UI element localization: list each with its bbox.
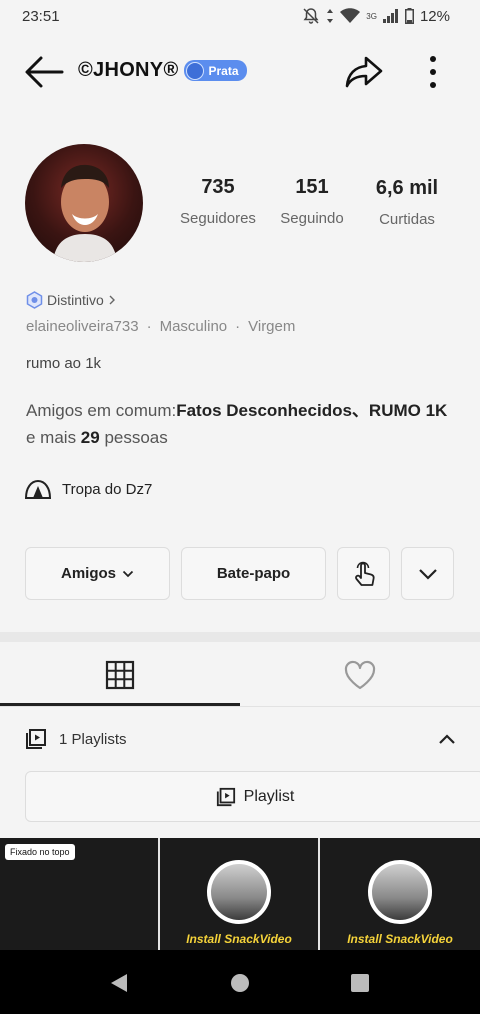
data-arrows-icon (327, 9, 334, 23)
badge-icon (186, 61, 205, 80)
distintivo-label: Distintivo (47, 292, 104, 308)
chevron-down-icon (418, 568, 437, 580)
followers-label: Seguidores (180, 210, 256, 227)
level-badge[interactable]: Prata (184, 60, 247, 81)
more-vertical-icon (430, 56, 436, 88)
playlist-icon (216, 787, 235, 806)
chevron-down-icon (122, 570, 134, 577)
followers-stat[interactable]: 735 Seguidores (172, 176, 264, 227)
mutual-and: e mais (26, 428, 81, 447)
network-type: 3G (366, 11, 377, 21)
bio: rumo ao 1k (26, 355, 102, 372)
mutual-count: 29 (80, 428, 100, 447)
avatar-photo-icon (53, 164, 117, 262)
zodiac-sign: Virgem (248, 318, 296, 335)
more-options-button[interactable] (424, 55, 442, 89)
hand-tap-icon (354, 561, 375, 586)
video-thumbnail-ad[interactable]: Install SnackVideo (160, 838, 318, 950)
playlist-icon (26, 729, 46, 749)
tab-likes[interactable] (240, 644, 480, 706)
video-thumbnail-ad[interactable]: Install SnackVideo (320, 838, 480, 950)
following-stat[interactable]: 151 Seguindo (272, 176, 352, 227)
playlist-button[interactable]: Playlist (25, 771, 480, 822)
playlists-count: 1 Playlists (59, 730, 127, 748)
chat-label: Bate-papo (216, 565, 291, 582)
playlist-label: Playlist (243, 787, 295, 805)
group-link[interactable]: Tropa do Dz7 (24, 478, 152, 500)
poke-button[interactable] (337, 547, 390, 600)
following-count: 151 (295, 176, 329, 198)
wifi-icon (340, 8, 361, 23)
section-divider (0, 632, 480, 642)
heart-icon (344, 660, 376, 690)
distintivo-link[interactable]: Distintivo (26, 291, 116, 309)
collapse-playlists-button[interactable] (436, 728, 458, 750)
avatar[interactable] (25, 144, 143, 262)
arrow-left-icon (25, 56, 64, 88)
ad-label: Install SnackVideo (186, 932, 292, 946)
chat-button[interactable]: Bate-papo (181, 547, 326, 600)
status-time: 23:51 (22, 8, 60, 25)
share-arrow-icon (345, 56, 383, 88)
ad-label: Install SnackVideo (347, 932, 453, 946)
profile-title: ©JHONY® Prata (78, 59, 247, 82)
nav-recents-icon[interactable] (349, 972, 371, 994)
meta-separator: · (146, 318, 152, 335)
mutual-suffix: pessoas (99, 428, 168, 447)
profile-meta: elaineoliveira733 · Masculino · Virgem (26, 318, 295, 335)
following-label: Seguindo (280, 210, 344, 227)
status-bar: 23:51 3G 12% (0, 0, 480, 34)
chevron-up-icon (439, 734, 455, 744)
username: elaineoliveira733 (26, 318, 139, 335)
mutual-prefix: Amigos em comum: (26, 401, 177, 420)
pinned-badge: Fixado no topo (5, 844, 75, 860)
snackvideo-logo (207, 860, 271, 924)
friends-button[interactable]: Amigos (25, 547, 170, 600)
mutual-friends[interactable]: Amigos em comum:Fatos Desconhecidos、RUMO… (26, 397, 456, 451)
meta-separator: · (235, 318, 241, 335)
chevron-right-icon (109, 295, 115, 305)
gender: Masculino (159, 318, 228, 335)
nav-home-icon[interactable] (229, 972, 251, 994)
likes-label: Curtidas (379, 211, 435, 228)
badge-label: Prata (208, 63, 239, 78)
notifications-off-icon (303, 8, 319, 24)
group-tent-icon (24, 479, 52, 499)
snackvideo-logo (368, 860, 432, 924)
friends-label: Amigos (60, 565, 116, 582)
mutual-names: Fatos Desconhecidos、RUMO 1K (176, 401, 448, 420)
expand-button[interactable] (401, 547, 454, 600)
battery-level: 12% (419, 7, 450, 25)
followers-count: 735 (201, 176, 235, 198)
playlists-header[interactable]: 1 Playlists (25, 728, 127, 750)
profile-name: ©JHONY® (78, 59, 179, 81)
share-button[interactable] (344, 54, 384, 90)
grid-icon (105, 660, 135, 690)
tab-videos[interactable] (0, 644, 240, 706)
likes-count: 6,6 mil (375, 177, 439, 199)
system-nav-bar (0, 950, 480, 1014)
nav-back-icon[interactable] (108, 972, 130, 994)
battery-icon (404, 8, 414, 24)
back-button[interactable] (22, 54, 66, 90)
group-name: Tropa do Dz7 (62, 480, 153, 498)
status-icons: 3G 12% (302, 7, 450, 25)
tab-divider (0, 706, 480, 707)
hexagon-badge-icon (26, 291, 43, 309)
likes-stat[interactable]: 6,6 mil Curtidas (364, 177, 450, 228)
signal-icon (382, 9, 398, 23)
